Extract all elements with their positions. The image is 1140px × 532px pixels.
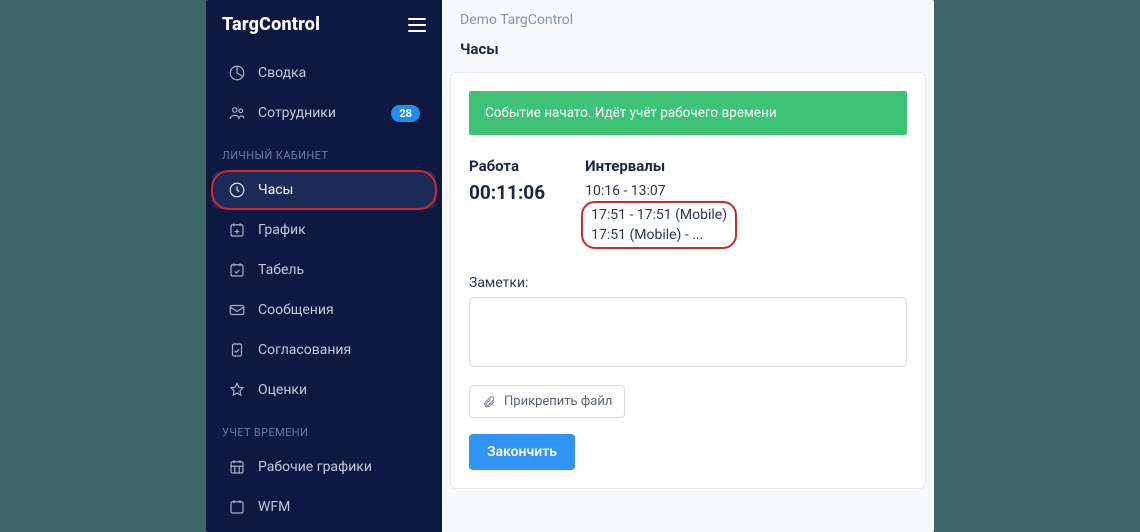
sidebar-item-employees[interactable]: Сотрудники 28	[212, 94, 436, 132]
main-area: Demo TargControl Часы Событие начато. Ид…	[442, 0, 934, 532]
work-block: Работа 00:11:06	[469, 157, 545, 247]
sidebar-item-label: График	[258, 222, 420, 238]
intervals-block: Интервалы 10:16 - 13:07 17:51 - 17:51 (M…	[585, 157, 733, 247]
sidebar-item-messages[interactable]: Сообщения	[212, 291, 436, 329]
sidebar-item-ratings[interactable]: Оценки	[212, 371, 436, 409]
sidebar-item-summary[interactable]: Сводка	[212, 54, 436, 92]
sidebar-item-approvals[interactable]: Согласования	[212, 331, 436, 369]
section-title-personal: ЛИЧНЫЙ КАБИНЕТ	[206, 133, 442, 170]
sidebar-item-label: Сотрудники	[258, 105, 379, 121]
sidebar-item-label: Сводка	[258, 65, 420, 81]
interval-row: 17:51 (Mobile) - ...	[591, 225, 727, 245]
breadcrumb: Demo TargControl	[442, 0, 934, 34]
sidebar-item-label: Табель	[258, 262, 420, 278]
status-banner: Событие начато. Идёт учёт рабочего време…	[469, 91, 907, 135]
calendar-check-icon	[228, 261, 246, 279]
clipboard-check-icon	[228, 341, 246, 359]
paperclip-icon	[482, 395, 496, 409]
sidebar-item-label: Сообщения	[258, 302, 420, 318]
work-timer: 00:11:06	[469, 181, 545, 204]
users-icon	[228, 104, 246, 122]
section-title-timekeeping: УЧЕТ ВРЕМЕНИ	[206, 410, 442, 447]
page-title: Часы	[450, 34, 926, 72]
sidebar-header: TargControl	[206, 0, 442, 53]
sidebar-item-label: Рабочие графики	[258, 459, 420, 475]
sidebar-item-label: Согласования	[258, 342, 420, 358]
notes-label: Заметки:	[469, 275, 907, 291]
sidebar: TargControl Сводка Сотрудники 28 ЛИЧНЫЙ …	[206, 0, 442, 532]
employees-badge: 28	[391, 105, 420, 122]
mail-icon	[228, 301, 246, 319]
clock-icon	[228, 181, 246, 199]
attach-file-button[interactable]: Прикрепить файл	[469, 385, 625, 418]
sidebar-item-work-schedules[interactable]: Рабочие графики	[212, 448, 436, 486]
sidebar-item-schedule[interactable]: График	[212, 211, 436, 249]
pie-chart-icon	[228, 64, 246, 82]
sidebar-item-wfm[interactable]: WFM	[212, 488, 436, 526]
calendar-icon	[228, 498, 246, 516]
interval-row: 17:51 - 17:51 (Mobile)	[591, 205, 727, 225]
interval-row: 10:16 - 13:07	[585, 181, 733, 201]
sidebar-item-label: Часы	[258, 182, 420, 198]
content-scroll[interactable]: Часы Событие начато. Идёт учёт рабочего …	[442, 34, 934, 532]
finish-button[interactable]: Закончить	[469, 434, 575, 470]
attach-label: Прикрепить файл	[504, 394, 612, 409]
sidebar-item-label: WFM	[258, 499, 420, 515]
app-window: TargControl Сводка Сотрудники 28 ЛИЧНЫЙ …	[206, 0, 934, 532]
notes-textarea[interactable]	[469, 297, 907, 367]
work-label: Работа	[469, 157, 545, 175]
sidebar-item-timesheet[interactable]: Табель	[212, 251, 436, 289]
calendar-grid-icon	[228, 458, 246, 476]
intervals-label: Интервалы	[585, 157, 733, 175]
brand-logo: TargControl	[222, 14, 320, 35]
star-icon	[228, 381, 246, 399]
calendar-plus-icon	[228, 221, 246, 239]
sidebar-item-label: Оценки	[258, 382, 420, 398]
hours-card: Событие начато. Идёт учёт рабочего време…	[450, 72, 926, 489]
sidebar-item-hours[interactable]: Часы	[212, 171, 436, 209]
sidebar-nav: Сводка Сотрудники 28 ЛИЧНЫЙ КАБИНЕТ Часы…	[206, 53, 442, 527]
menu-toggle-icon[interactable]	[408, 18, 426, 32]
